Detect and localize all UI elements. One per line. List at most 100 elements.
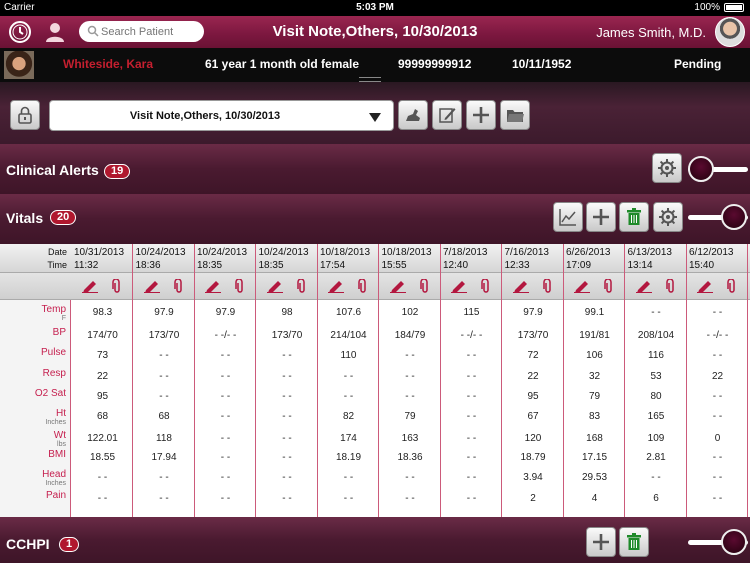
search-box[interactable] xyxy=(79,21,204,42)
attachment-icon[interactable] xyxy=(358,279,368,293)
vitals-cell: - - xyxy=(97,472,108,483)
vitals-cell: 173/70 xyxy=(148,330,180,341)
attachment-icon[interactable] xyxy=(235,279,245,293)
vitals-cell: 102 xyxy=(401,307,419,318)
clinical-alerts-toggle[interactable] xyxy=(688,154,748,184)
sign-note-button[interactable] xyxy=(398,100,428,130)
clinical-alerts-section: Clinical Alerts 19 xyxy=(0,144,750,194)
vitals-cell: - - xyxy=(220,371,231,382)
vitals-time: 12:33 xyxy=(504,260,530,271)
vitals-cell: - - xyxy=(712,350,723,361)
edit-vitals-icon[interactable] xyxy=(635,279,652,293)
vitals-cell: 107.6 xyxy=(335,307,362,318)
vitals-cell: 174 xyxy=(340,433,357,444)
vitals-date: 10/31/2013 xyxy=(74,247,125,258)
vitals-cell: 6 xyxy=(653,493,659,504)
attachment-icon[interactable] xyxy=(542,279,553,293)
edit-vitals-icon[interactable] xyxy=(328,279,344,293)
vitals-settings-button[interactable] xyxy=(653,202,683,232)
attachment-icon[interactable] xyxy=(173,279,184,293)
vitals-cell: - - xyxy=(405,371,415,382)
user-name: James Smith, M.D. xyxy=(596,25,706,40)
vitals-time: 18:35 xyxy=(197,260,223,271)
edit-vitals-icon[interactable] xyxy=(512,279,529,293)
attachment-icon[interactable] xyxy=(665,279,676,293)
vitals-cell: 208/104 xyxy=(637,330,675,341)
add-note-button[interactable] xyxy=(466,100,496,130)
edit-vitals-icon[interactable] xyxy=(574,279,590,293)
vitals-cell: - -/- - xyxy=(460,330,483,341)
clinical-alerts-settings-button[interactable] xyxy=(652,153,682,183)
note-selector[interactable]: Visit Note,Others, 10/30/2013 xyxy=(49,100,394,131)
vitals-cell: 80 xyxy=(650,391,662,402)
vitals-toggle[interactable] xyxy=(688,202,748,232)
vitals-cell: 22 xyxy=(96,371,109,382)
attachment-icon[interactable] xyxy=(604,279,614,293)
cchpi-toggle[interactable] xyxy=(688,527,748,557)
attachment-icon[interactable] xyxy=(481,279,491,293)
vitals-cell: 97.9 xyxy=(154,307,174,318)
stamp-icon xyxy=(406,109,420,121)
edit-note-button[interactable] xyxy=(432,100,462,130)
status-clock: 5:03 PM xyxy=(356,2,394,13)
vitals-cell: 17.94 xyxy=(151,452,177,463)
vitals-cell: - - xyxy=(282,452,292,463)
edit-vitals-icon[interactable] xyxy=(697,279,713,293)
edit-vitals-icon[interactable] xyxy=(389,279,406,293)
vitals-cell: 82 xyxy=(342,411,355,422)
attachment-icon[interactable] xyxy=(112,279,122,293)
vitals-section: Vitals 20 xyxy=(0,194,750,244)
vitals-cell: - - xyxy=(466,411,477,422)
vitals-cell: - - xyxy=(220,391,231,402)
vitals-cell: 95 xyxy=(96,391,109,402)
cchpi-count-badge: 1 xyxy=(59,537,80,552)
attachment-icon[interactable] xyxy=(296,279,307,293)
vitals-cell: - - xyxy=(220,350,231,361)
time-header-label: Time xyxy=(47,260,67,270)
vitals-title: Vitals xyxy=(6,210,44,226)
vitals-cell: 4 xyxy=(591,493,598,504)
vital-label: Pulse xyxy=(40,347,66,358)
vitals-cell: 106 xyxy=(586,350,603,361)
patient-profile-icon[interactable] xyxy=(43,20,67,44)
vitals-cell: - - xyxy=(159,493,169,504)
vitals-cell: - - xyxy=(651,307,661,318)
vitals-graph-button[interactable] xyxy=(553,202,583,232)
vitals-column: 10/24/2013 18:35 97.9 - -/- - - - - - - - - - - … xyxy=(195,244,256,517)
vitals-cell: - - xyxy=(220,472,231,483)
edit-vitals-icon[interactable] xyxy=(451,279,467,293)
edit-vitals-icon[interactable] xyxy=(266,279,283,293)
vitals-cell: - - xyxy=(466,433,477,444)
user-avatar[interactable] xyxy=(715,17,745,47)
patient-id: 99999999912 xyxy=(398,57,472,71)
add-vitals-button[interactable] xyxy=(586,202,616,232)
edit-vitals-icon[interactable] xyxy=(82,279,98,293)
status-bar: Carrier 5:03 PM 100% xyxy=(0,0,750,16)
plus-icon xyxy=(473,107,489,123)
search-input[interactable] xyxy=(101,23,197,40)
edit-vitals-icon[interactable] xyxy=(205,279,221,293)
attachment-icon[interactable] xyxy=(419,279,430,293)
vitals-table: Temp F BP Pulse Resp O2 Sat Ht Inches Wt lbs BMI He… xyxy=(0,244,750,517)
vitals-cell: - - xyxy=(282,391,292,402)
delete-vitals-button[interactable] xyxy=(619,202,649,232)
lock-button[interactable] xyxy=(10,100,40,130)
vitals-cell: - -/- - xyxy=(706,330,729,341)
clock-history-icon[interactable] xyxy=(8,20,32,44)
vitals-time: 17:09 xyxy=(566,260,592,271)
toggle-knob xyxy=(721,529,747,555)
vitals-cell: - - xyxy=(220,452,231,463)
patient-name[interactable]: Whiteside, Kara xyxy=(63,57,153,71)
attachment-icon[interactable] xyxy=(727,279,737,293)
vitals-cell: - - xyxy=(159,350,169,361)
vitals-cell: - - xyxy=(405,472,415,483)
vitals-cell: - - xyxy=(405,493,415,504)
vitals-cell: - - xyxy=(466,391,477,402)
add-cchpi-button[interactable] xyxy=(586,527,616,557)
vital-unit: F xyxy=(61,315,66,322)
open-folder-button[interactable] xyxy=(500,100,530,130)
delete-cchpi-button[interactable] xyxy=(619,527,649,557)
vitals-cell: 173/70 xyxy=(271,330,303,341)
edit-vitals-icon[interactable] xyxy=(143,279,160,293)
vital-label: Wt xyxy=(53,430,66,441)
